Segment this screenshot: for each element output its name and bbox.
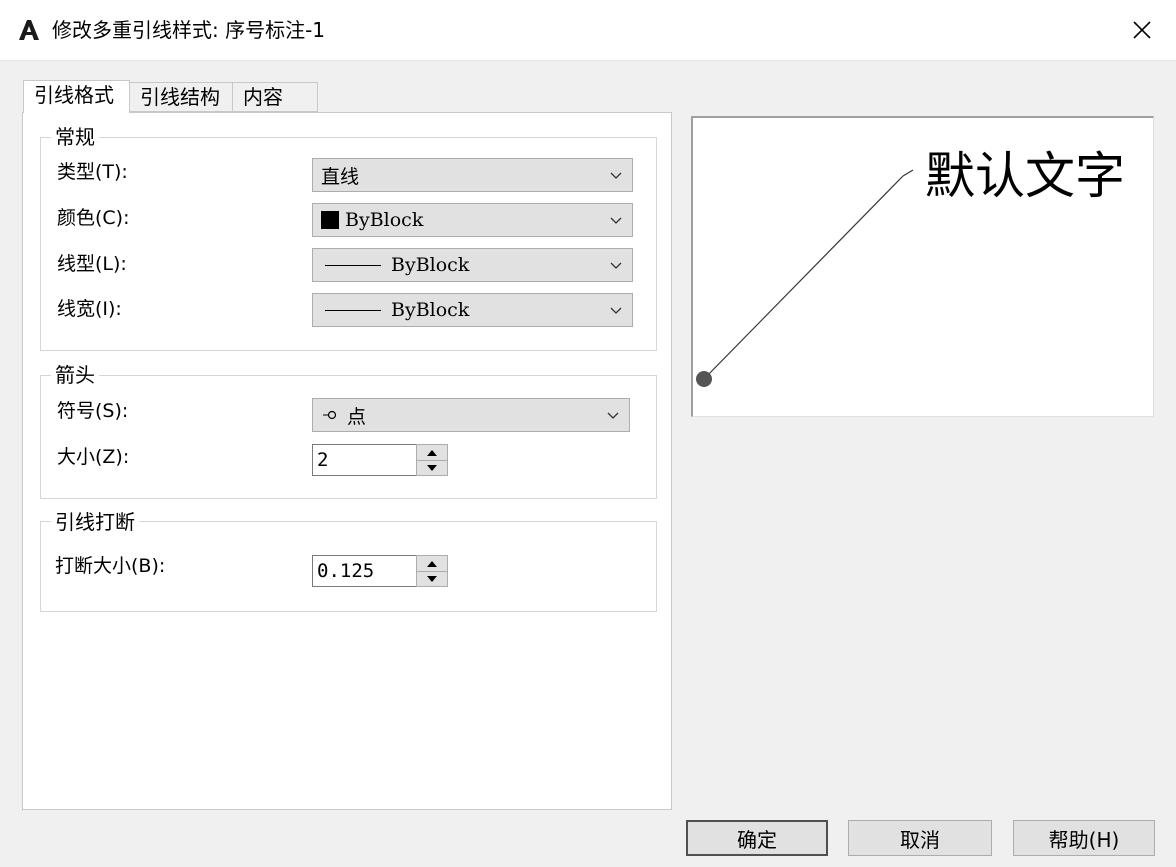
preview-panel: 默认文字 [691,116,1154,417]
type-select[interactable]: 直线 [312,158,633,192]
line-sample-icon [325,264,381,266]
linetype-label: 线型(L): [57,253,127,275]
color-select[interactable]: ByBlock [312,203,633,237]
tab-content[interactable]: 内容 [232,82,318,112]
chevron-down-icon [607,412,619,419]
symbol-label: 符号(S): [57,400,129,422]
size-label: 大小(Z): [57,446,130,468]
group-arrowhead-title: 箭头 [51,363,99,387]
break-size-label: 打断大小(B): [55,555,166,577]
symbol-select[interactable]: 点 [312,398,630,432]
triangle-down-icon [427,464,437,471]
close-icon [1133,21,1151,39]
size-stepper[interactable] [416,444,448,476]
tab-leader-format[interactable]: 引线格式 [23,80,130,113]
chevron-down-icon [610,217,622,224]
color-label: 颜色(C): [57,207,130,229]
chevron-down-icon [610,262,622,269]
preview-text: 默认文字 [925,147,1125,205]
break-size-input[interactable]: 0.125 [312,555,418,587]
title-bar: 修改多重引线样式: 序号标注-1 [0,0,1176,61]
linetype-select[interactable]: ByBlock [312,248,633,282]
chevron-down-icon [610,307,622,314]
lineweight-value: ByBlock [391,299,470,321]
break-size-increase-button[interactable] [417,556,447,572]
size-decrease-button[interactable] [417,460,447,475]
triangle-up-icon [427,560,437,567]
break-size-decrease-button[interactable] [417,571,447,586]
dot-arrowhead-icon [323,410,337,420]
line-sample-icon [325,309,381,311]
symbol-value: 点 [347,405,367,428]
color-swatch [321,211,339,229]
tab-leader-structure[interactable]: 引线结构 [129,82,233,112]
size-increase-button[interactable] [417,445,447,461]
close-button[interactable] [1124,12,1160,48]
type-value: 直线 [321,165,360,188]
ok-button[interactable]: 确定 [686,820,828,856]
color-value: ByBlock [345,209,424,231]
lineweight-label: 线宽(I): [57,298,122,320]
group-leader-break-title: 引线打断 [51,510,139,534]
chevron-down-icon [610,172,622,179]
group-general-title: 常规 [51,125,99,149]
tab-panel-leader-format: 常规 类型(T): 直线 颜色(C): ByBlock 线型(L): ByBlo… [22,112,672,810]
size-input[interactable]: 2 [312,444,418,476]
type-label: 类型(T): [57,161,128,183]
linetype-value: ByBlock [391,254,470,276]
window-title: 修改多重引线样式: 序号标注-1 [52,18,326,42]
cancel-button[interactable]: 取消 [848,820,992,856]
triangle-up-icon [427,449,437,456]
help-button[interactable]: 帮助(H) [1013,820,1155,856]
break-size-stepper[interactable] [416,555,448,587]
lineweight-select[interactable]: ByBlock [312,293,633,327]
autocad-a-icon [19,20,39,40]
triangle-down-icon [427,575,437,582]
group-arrowhead [40,375,657,499]
